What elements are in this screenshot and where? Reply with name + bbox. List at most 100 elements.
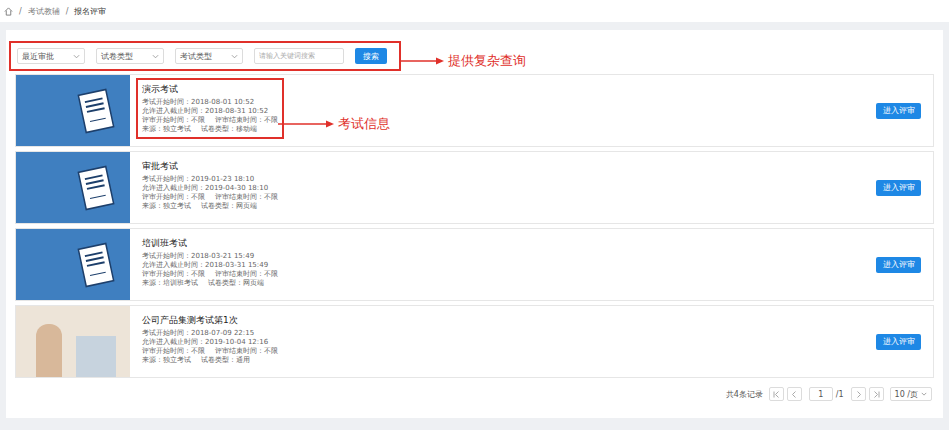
exam-field: 考试开始时间：2018-07-09 22:15 [142, 329, 254, 338]
exam-field: 评审结束时间：不限 [215, 347, 278, 356]
exam-thumbnail [16, 229, 130, 300]
exam-field: 评审结束时间：不限 [215, 116, 278, 125]
chevron-down-icon [152, 54, 159, 59]
exam-field: 评审开始时间：不限 [142, 270, 205, 279]
exam-title[interactable]: 演示考试 [142, 83, 278, 96]
exam-field: 允许进入截止时间：2018-08-31 10:52 [142, 107, 268, 116]
exam-field: 考试开始时间：2018-08-01 10:52 [142, 98, 254, 107]
exam-info-line: 来源：独立考试试卷类型：移动端 [142, 125, 278, 134]
last-page-icon [873, 391, 880, 398]
search-button[interactable]: 搜索 [355, 48, 387, 64]
exam-field: 来源：独立考试 [142, 125, 191, 134]
exam-field: 来源：独立考试 [142, 356, 191, 365]
exam-info-line: 允许进入截止时间：2018-03-31 15:49 [142, 261, 278, 270]
exam-info-line: 评审开始时间：不限评审结束时间：不限 [142, 193, 278, 202]
exam-field: 试卷类型：通用 [201, 356, 250, 365]
first-page-icon [773, 391, 780, 398]
exam-field: 允许进入截止时间：2019-04-30 18:10 [142, 184, 268, 193]
exam-info-line: 来源：独立考试 试卷类型：通用 [142, 356, 278, 365]
page: / 考试教辅 / 报名评审最近审批 试卷类型 考试类型 搜索 提供复杂查询考试信息 演示考试考试… [0, 0, 949, 430]
exam-field: 评审开始时间：不限 [142, 347, 205, 356]
page-size-select[interactable]: 10 /页 [890, 387, 932, 401]
filter-dropdown[interactable]: 最近审批 [17, 48, 85, 64]
enter-review-button[interactable]: 进入评审 [876, 180, 921, 196]
exam-info-line: 来源：培训班考试 试卷类型：网页端 [142, 279, 278, 288]
page-input[interactable]: 1 [809, 387, 833, 401]
exam-card: 培训班考试考试开始时间：2018-03-21 15:49允许进入截止时间：201… [15, 228, 934, 301]
total-count: 共4条记录 [726, 389, 763, 400]
enter-review-button[interactable]: 进入评审 [876, 257, 921, 273]
chevron-down-icon [921, 392, 927, 396]
exam-title[interactable]: 培训班考试 [142, 237, 278, 250]
exam-info-line: 来源：独立考试 试卷类型：网页端 [142, 202, 278, 211]
chevron-down-icon [231, 54, 238, 59]
breadcrumb-item[interactable]: 考试教辅 [28, 6, 60, 17]
exam-info: 演示考试考试开始时间：2018-08-01 10:52允许进入截止时间：2018… [136, 78, 284, 139]
dropdown-label: 最近审批 [22, 51, 54, 62]
exam-field: 来源：独立考试 [142, 202, 191, 211]
prev-page-button[interactable] [787, 387, 802, 401]
breadcrumb-item[interactable]: 报名评审 [74, 6, 106, 17]
exam-info-line: 允许进入截止时间：2018-08-31 10:52 [142, 107, 278, 116]
exam-info: 审批考试考试开始时间：2019-01-23 18:10允许进入截止时间：2019… [136, 155, 284, 216]
exam-paper-icon [76, 165, 116, 211]
exam-field: 考试开始时间：2018-03-21 15:49 [142, 252, 254, 261]
exam-info-line: 考试开始时间：2018-08-01 10:52 [142, 98, 278, 107]
exam-thumbnail [16, 75, 130, 146]
filter-dropdown[interactable]: 考试类型 [175, 48, 243, 64]
exam-card: 演示考试考试开始时间：2018-08-01 10:52允许进入截止时间：2018… [15, 74, 934, 147]
exam-paper-icon [76, 242, 116, 288]
exam-field: 来源：培训班考试 [142, 279, 198, 288]
first-page-button[interactable] [769, 387, 784, 401]
exam-field: 考试开始时间：2019-01-23 18:10 [142, 175, 254, 184]
dropdown-label: 考试类型 [180, 51, 212, 62]
exam-info-line: 评审开始时间：不限 评审结束时间：不限 [142, 270, 278, 279]
exam-photo [16, 306, 130, 377]
exam-field: 评审结束时间：不限 [215, 270, 278, 279]
enter-review-button[interactable]: 进入评审 [876, 334, 921, 350]
exam-field: 允许进入截止时间：2019-10-04 12:16 [142, 338, 268, 347]
exam-info-line: 允许进入截止时间：2019-04-30 18:10 [142, 184, 278, 193]
next-page-button[interactable] [851, 387, 866, 401]
arrow-icon [400, 57, 444, 65]
annotation-text: 提供复杂查询 [448, 52, 526, 70]
breadcrumb: / 考试教辅 / 报名评审 [0, 0, 949, 22]
annotation-text: 考试信息 [338, 115, 390, 133]
pagination: 共4条记录 1/1 10 /页 [15, 387, 934, 401]
exam-info-line: 考试开始时间：2018-03-21 15:49 [142, 252, 278, 261]
exam-info-line: 考试开始时间：2018-07-09 22:15 [142, 329, 278, 338]
prev-page-icon [791, 391, 798, 398]
exam-field: 评审开始时间：不限 [142, 193, 205, 202]
filter-dropdown[interactable]: 试卷类型 [96, 48, 164, 64]
next-page-icon [855, 391, 862, 398]
exam-title[interactable]: 审批考试 [142, 160, 278, 173]
exam-info-line: 允许进入截止时间：2019-10-04 12:16 [142, 338, 278, 347]
exam-info: 培训班考试考试开始时间：2018-03-21 15:49允许进入截止时间：201… [136, 232, 284, 293]
chevron-down-icon [73, 54, 80, 59]
exam-field: 试卷类型：网页端 [201, 202, 257, 211]
arrow-icon [278, 120, 334, 128]
exam-card: 公司产品集测考试第1次考试开始时间：2018-07-09 22:15允许进入截止… [15, 305, 934, 378]
exam-thumbnail [16, 152, 130, 223]
filter-bar: 最近审批 试卷类型 考试类型 搜索 [9, 41, 401, 71]
exam-field: 评审开始时间：不限 [142, 116, 205, 125]
search-input[interactable] [254, 48, 344, 64]
exam-field: 允许进入截止时间：2018-03-31 15:49 [142, 261, 268, 270]
exam-field: 试卷类型：网页端 [208, 279, 264, 288]
breadcrumb-separator: / [66, 7, 69, 16]
exam-title[interactable]: 公司产品集测考试第1次 [142, 314, 278, 327]
content-panel: 最近审批 试卷类型 考试类型 搜索 提供复杂查询考试信息 演示考试考试开始时间：2018-… [6, 30, 943, 418]
exam-info-line: 评审开始时间：不限 评审结束时间：不限 [142, 347, 278, 356]
home-icon[interactable] [4, 7, 13, 16]
enter-review-button[interactable]: 进入评审 [876, 103, 921, 119]
page-total: /1 [836, 390, 844, 399]
exam-info-annotation: 考试信息 [278, 115, 390, 133]
exam-info-line: 评审开始时间：不限 评审结束时间：不限 [142, 116, 278, 125]
exam-list: 演示考试考试开始时间：2018-08-01 10:52允许进入截止时间：2018… [15, 74, 934, 378]
filter-annotation: 提供复杂查询 [400, 52, 526, 70]
last-page-button[interactable] [869, 387, 884, 401]
breadcrumb-separator: / [19, 7, 22, 16]
exam-info-line: 考试开始时间：2019-01-23 18:10 [142, 175, 278, 184]
dropdown-label: 试卷类型 [101, 51, 133, 62]
exam-paper-icon [76, 88, 116, 134]
